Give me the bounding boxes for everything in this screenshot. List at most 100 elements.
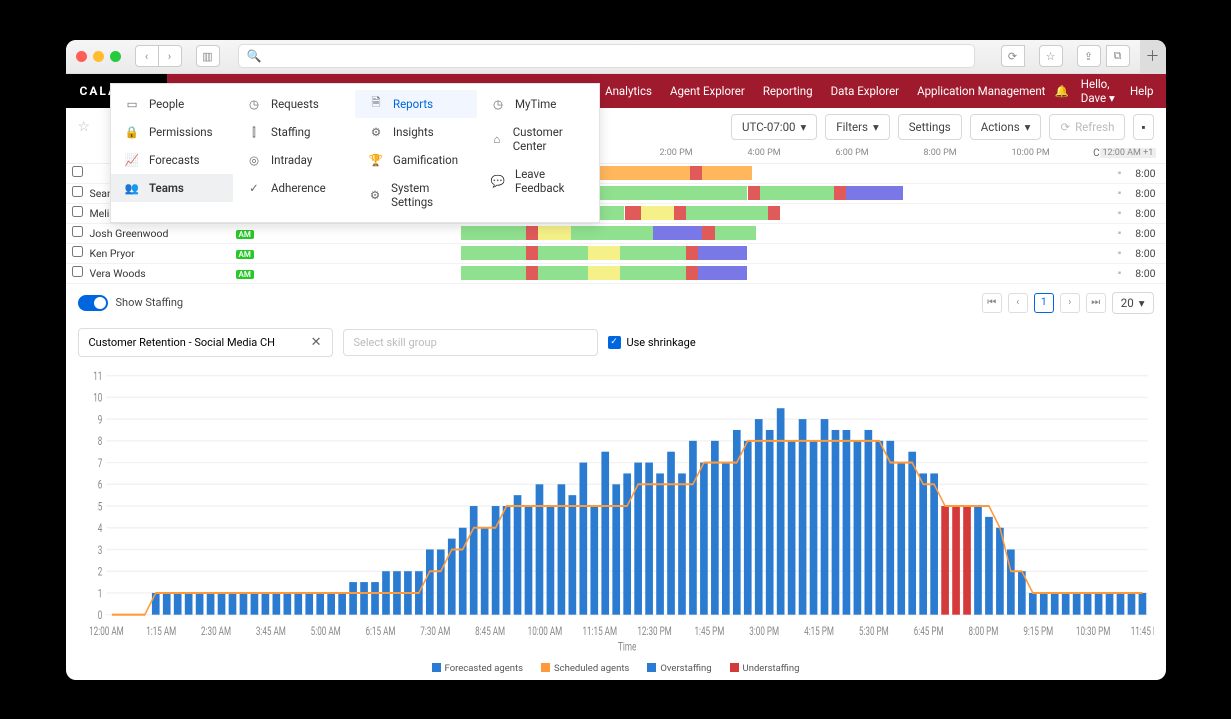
- time-tick: 4:00 PM: [748, 148, 781, 158]
- pager-current[interactable]: 1: [1034, 293, 1054, 313]
- gantt-segment[interactable]: [686, 246, 698, 260]
- gantt-segment[interactable]: [620, 246, 686, 260]
- pager-prev[interactable]: ‹: [1008, 293, 1028, 313]
- gantt-segment[interactable]: [674, 206, 686, 220]
- row-checkbox[interactable]: [72, 206, 83, 217]
- pager-last[interactable]: ⏭: [1086, 293, 1106, 313]
- gantt-segment[interactable]: [588, 266, 621, 280]
- url-bar[interactable]: 🔍: [238, 44, 975, 68]
- actions-button[interactable]: Actions ▾: [970, 114, 1042, 140]
- filters-button[interactable]: Filters ▾: [825, 114, 889, 140]
- skill-filter[interactable]: Customer Retention - Social Media CH✕: [78, 328, 333, 357]
- menu-intraday[interactable]: ◎Intraday: [233, 146, 355, 174]
- gantt-segment[interactable]: [538, 226, 571, 240]
- nav-back-button[interactable]: ‹: [135, 45, 159, 67]
- menu-teams[interactable]: 👥Teams: [111, 174, 233, 202]
- row-checkbox[interactable]: [72, 266, 83, 277]
- menu-gamification[interactable]: 🏆Gamification: [355, 146, 477, 174]
- agent-name[interactable]: Ken Pryor: [86, 247, 236, 260]
- share-button[interactable]: ⇪: [1077, 45, 1101, 67]
- menu-permissions[interactable]: 🔒Permissions: [111, 118, 233, 146]
- tabs-button[interactable]: ⧉: [1106, 45, 1130, 67]
- settings-button[interactable]: Settings: [898, 114, 962, 140]
- gantt-segment[interactable]: [625, 206, 641, 220]
- window-close[interactable]: [76, 51, 87, 62]
- gantt-segment[interactable]: [686, 266, 698, 280]
- nav-reporting[interactable]: Reporting: [754, 74, 822, 108]
- row-checkbox[interactable]: [72, 226, 83, 237]
- gantt-segment[interactable]: [702, 226, 714, 240]
- pager-first[interactable]: ⏮: [982, 293, 1002, 313]
- nav-agent-explorer[interactable]: Agent Explorer: [661, 74, 754, 108]
- use-shrinkage-checkbox[interactable]: ✓Use shrinkage: [608, 336, 696, 349]
- bookmark-button[interactable]: ☆: [1039, 45, 1063, 67]
- agent-name[interactable]: Vera Woods: [86, 267, 236, 280]
- gantt-segment[interactable]: [686, 206, 768, 220]
- gantt-segment[interactable]: [571, 226, 653, 240]
- menu-forecasts[interactable]: 📈Forecasts: [111, 146, 233, 174]
- note-icon[interactable]: ▪: [1118, 268, 1122, 279]
- gantt-segment[interactable]: [653, 226, 702, 240]
- gantt-segment[interactable]: [620, 266, 686, 280]
- svg-text:10: 10: [93, 392, 102, 405]
- gantt-segment[interactable]: [538, 246, 587, 260]
- row-checkbox[interactable]: [72, 166, 83, 177]
- note-icon[interactable]: ▪: [1118, 208, 1122, 219]
- menu-staffing[interactable]: ⫿Staffing: [233, 118, 355, 146]
- menu-people[interactable]: ▭People: [111, 90, 233, 118]
- menu-insights[interactable]: ⚙Insights: [355, 118, 477, 146]
- gantt-segment[interactable]: [461, 266, 527, 280]
- row-checkbox[interactable]: [72, 246, 83, 257]
- gantt-segment[interactable]: [834, 186, 846, 200]
- note-icon[interactable]: ▪: [1118, 248, 1122, 259]
- window-minimize[interactable]: [93, 51, 104, 62]
- menu-reports[interactable]: 🗎Reports: [355, 90, 477, 118]
- gantt-segment[interactable]: [526, 246, 538, 260]
- pager-next[interactable]: ›: [1060, 293, 1080, 313]
- page-size-select[interactable]: 20 ▾: [1112, 292, 1154, 314]
- nav-forward-button[interactable]: ›: [158, 45, 182, 67]
- export-button[interactable]: ▪: [1133, 114, 1153, 140]
- bell-icon[interactable]: 🔔: [1054, 84, 1068, 98]
- gantt-segment[interactable]: [760, 186, 834, 200]
- gantt-segment[interactable]: [461, 226, 527, 240]
- note-icon[interactable]: ▪: [1118, 188, 1122, 199]
- timezone-select[interactable]: UTC-07:00 ▾: [731, 114, 817, 140]
- window-maximize[interactable]: [110, 51, 121, 62]
- menu-requests[interactable]: ◷Requests: [233, 90, 355, 118]
- gantt-segment[interactable]: [768, 206, 780, 220]
- new-tab-button[interactable]: ＋: [1140, 40, 1166, 74]
- gantt-segment[interactable]: [526, 226, 538, 240]
- gantt-segment[interactable]: [748, 186, 760, 200]
- sidebar-toggle-button[interactable]: ▥: [196, 45, 220, 67]
- menu-mytime[interactable]: ◷MyTime: [477, 90, 599, 118]
- gantt-segment[interactable]: [846, 186, 903, 200]
- menu-system-settings[interactable]: ⚙System Settings: [355, 174, 477, 216]
- gantt-segment[interactable]: [641, 206, 674, 220]
- note-icon[interactable]: ▪: [1118, 168, 1122, 179]
- agent-name[interactable]: Josh Greenwood: [86, 227, 236, 240]
- show-staffing-toggle[interactable]: [78, 295, 108, 311]
- help-link[interactable]: Help: [1130, 84, 1154, 98]
- nav-application-management[interactable]: Application Management: [908, 74, 1054, 108]
- note-icon[interactable]: ▪: [1118, 228, 1122, 239]
- row-checkbox[interactable]: [72, 186, 83, 197]
- gantt-segment[interactable]: [526, 266, 538, 280]
- menu-customer-center[interactable]: ⌂Customer Center: [477, 118, 599, 160]
- gantt-segment[interactable]: [461, 246, 527, 260]
- nav-data-explorer[interactable]: Data Explorer: [822, 74, 909, 108]
- gantt-segment[interactable]: [538, 266, 587, 280]
- gantt-segment[interactable]: [698, 266, 747, 280]
- favorite-icon[interactable]: ☆: [78, 119, 91, 135]
- nav-analytics[interactable]: Analytics: [596, 74, 661, 108]
- clear-skill-icon[interactable]: ✕: [311, 335, 322, 350]
- gantt-segment[interactable]: [588, 246, 621, 260]
- user-menu[interactable]: Hello, Dave ▾: [1081, 77, 1118, 105]
- gantt-segment[interactable]: [698, 246, 747, 260]
- reload-button[interactable]: ⟳: [1001, 45, 1025, 67]
- gantt-segment[interactable]: [715, 226, 756, 240]
- menu-adherence[interactable]: ✓Adherence: [233, 174, 355, 202]
- refresh-button[interactable]: ⟳ Refresh: [1049, 114, 1125, 140]
- menu-leave-feedback[interactable]: 💬Leave Feedback: [477, 160, 599, 202]
- skill-group-filter[interactable]: Select skill group: [343, 329, 598, 356]
